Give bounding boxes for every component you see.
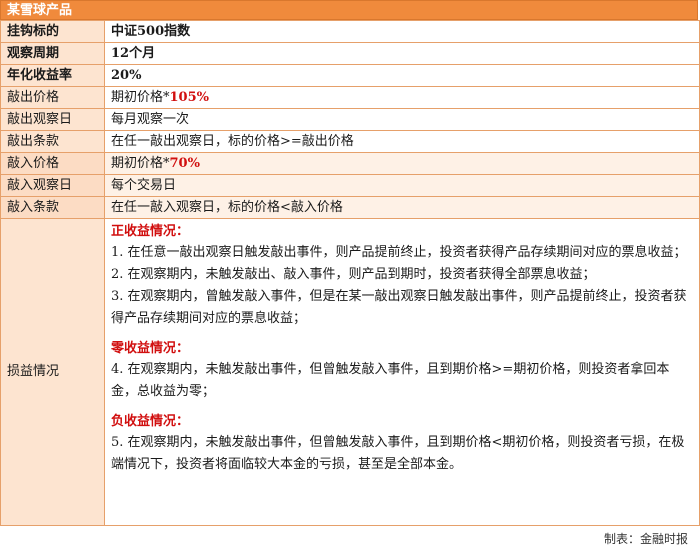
row-label-annual-return: 年化收益率	[0, 64, 105, 87]
row-value-knockout-observation: 每月观察一次	[104, 108, 700, 131]
row-label-knockout-clause: 敲出条款	[0, 130, 105, 153]
row-label-knockout-price: 敲出价格	[0, 86, 105, 109]
positive-return-heading: 正收益情况：	[111, 224, 190, 239]
knockin-price-percent: 70%	[169, 155, 200, 171]
row-value-knockin-price: 期初价格*70%	[104, 152, 700, 175]
table-row: 敲入价格 期初价格*70%	[0, 152, 700, 175]
row-value-underlying: 中证500指数	[104, 20, 700, 43]
table-row: 损益情况 正收益情况： 1. 在任意一敲出观察日触发敲出事件，则产品提前终止，投…	[0, 218, 700, 526]
scenario-item-1: 1. 在任意一敲出观察日触发敲出事件，则产品提前终止，投资者获得产品存续期间对应…	[111, 245, 687, 260]
row-label-knockin-observation: 敲入观察日	[0, 174, 105, 197]
row-label-knockin-price: 敲入价格	[0, 152, 105, 175]
product-spec-table: 挂钩标的 中证500指数 观察周期 12个月 年化收益率 20% 敲出价格 期初…	[0, 20, 700, 526]
knockout-price-prefix: 期初价格*	[111, 89, 170, 105]
scenario-item-4: 4. 在观察期内，未触发敲出事件，但曾触发敲入事件，且到期价格>=期初价格，则投…	[111, 362, 670, 399]
negative-return-heading: 负收益情况：	[111, 414, 190, 429]
row-label-knockout-observation: 敲出观察日	[0, 108, 105, 131]
scenario-item-2: 2. 在观察期内，未触发敲出、敲入事件，则产品到期时，投资者获得全部票息收益；	[111, 267, 596, 282]
row-value-knockout-clause: 在任一敲出观察日，标的价格>=敲出价格	[104, 130, 700, 153]
scenario-item-5: 5. 在观察期内，未触发敲出事件，但曾触发敲入事件，且到期价格<期初价格，则投资…	[111, 435, 685, 472]
product-table-card: 某雪球产品 挂钩标的 中证500指数 观察周期 12个月 年化收益率 20% 敲…	[0, 0, 700, 550]
row-value-knockin-clause: 在任一敲入观察日，标的价格<敲入价格	[104, 196, 700, 219]
table-row: 敲入条款 在任一敲入观察日，标的价格<敲入价格	[0, 196, 700, 219]
zero-return-heading: 零收益情况：	[111, 341, 190, 356]
row-label-profit-loss: 损益情况	[0, 218, 105, 526]
table-row: 挂钩标的 中证500指数	[0, 20, 700, 43]
table-row: 敲出观察日 每月观察一次	[0, 108, 700, 131]
table-title: 某雪球产品	[0, 0, 698, 20]
scenario-item-3: 3. 在观察期内，曾触发敲入事件，但是在某一敲出观察日触发敲出事件，则产品提前终…	[111, 289, 687, 326]
source-credit: 制表：金融时报	[603, 532, 688, 546]
table-row: 敲入观察日 每个交易日	[0, 174, 700, 197]
row-label-knockin-clause: 敲入条款	[0, 196, 105, 219]
row-value-period: 12个月	[104, 42, 700, 65]
row-value-profit-loss: 正收益情况： 1. 在任意一敲出观察日触发敲出事件，则产品提前终止，投资者获得产…	[104, 218, 700, 526]
table-row: 敲出条款 在任一敲出观察日，标的价格>=敲出价格	[0, 130, 700, 153]
table-row: 观察周期 12个月	[0, 42, 700, 65]
row-value-annual-return: 20%	[104, 64, 700, 87]
table-row: 敲出价格 期初价格*105%	[0, 86, 700, 109]
row-label-period: 观察周期	[0, 42, 105, 65]
knockout-price-percent: 105%	[169, 89, 210, 105]
row-value-knockin-observation: 每个交易日	[104, 174, 700, 197]
row-label-underlying: 挂钩标的	[0, 20, 105, 43]
row-value-knockout-price: 期初价格*105%	[104, 86, 700, 109]
table-row: 年化收益率 20%	[0, 64, 700, 87]
knockin-price-prefix: 期初价格*	[111, 155, 170, 171]
